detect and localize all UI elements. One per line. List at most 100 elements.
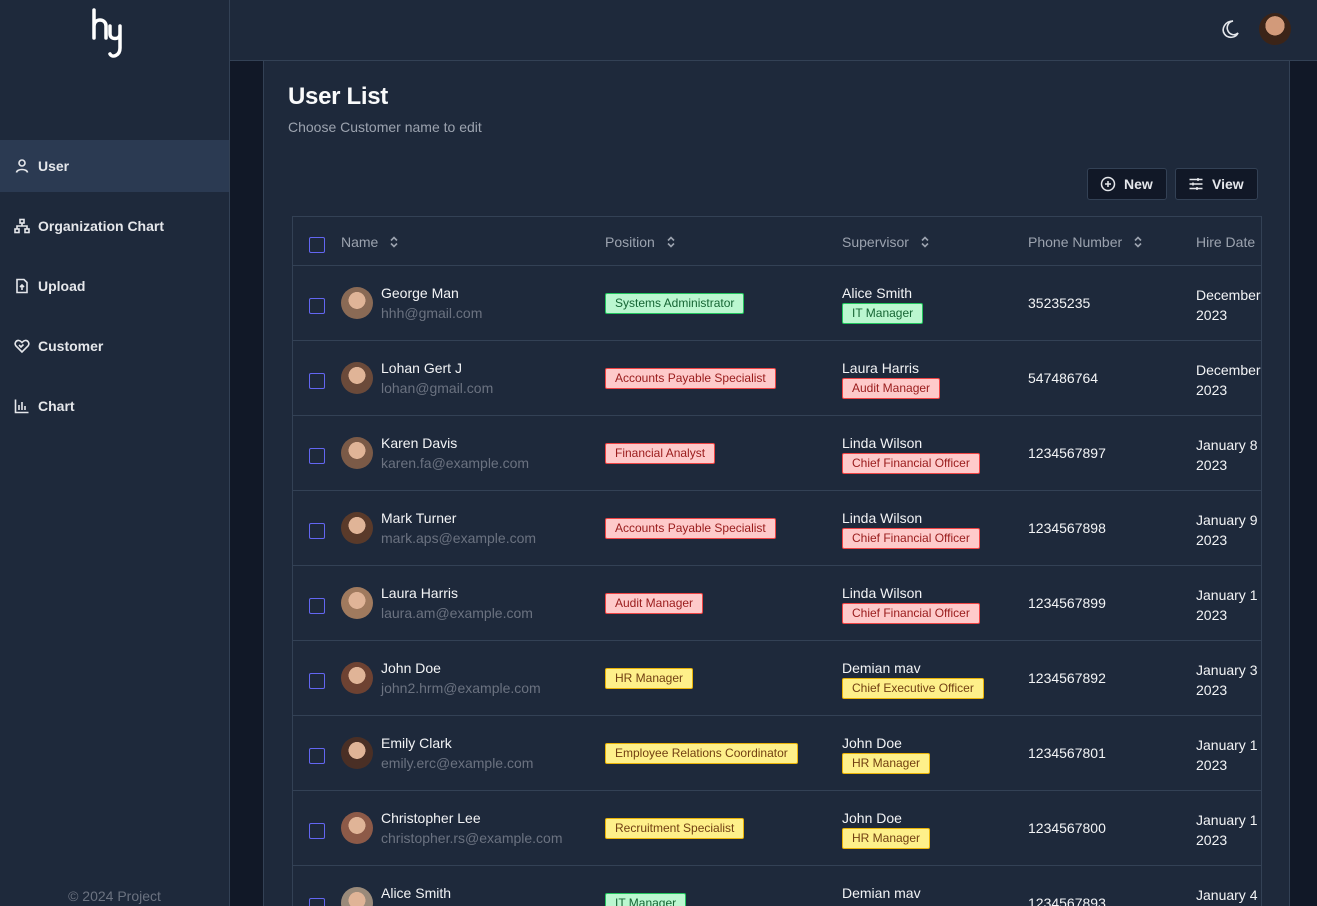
- sidebar: User Organization Chart Upload Customer …: [0, 0, 230, 906]
- plus-circle-icon: [1100, 176, 1116, 192]
- supervisor-role-cell: Chief Executive Officer: [842, 678, 984, 699]
- supervisor-name: Linda Wilson: [842, 510, 923, 526]
- position-badge: Accounts Payable Specialist: [605, 518, 776, 539]
- table-row[interactable]: Laura Harris laura.am@example.com Audit …: [293, 566, 1261, 641]
- row-checkbox[interactable]: [309, 298, 325, 314]
- phone-number: 1234567898: [1028, 520, 1106, 536]
- column-label: Phone Number: [1028, 234, 1123, 250]
- avatar: [341, 362, 373, 394]
- bar-chart-icon: [14, 399, 29, 414]
- user-email: hhh@gmail.com: [381, 305, 483, 321]
- table-row[interactable]: George Man hhh@gmail.com Systems Adminis…: [293, 266, 1261, 341]
- column-label: Name: [341, 234, 379, 250]
- supervisor-role-cell: HR Manager: [842, 753, 931, 774]
- column-label: Position: [605, 234, 655, 250]
- row-checkbox[interactable]: [309, 523, 325, 539]
- avatar: [341, 737, 373, 769]
- table-row[interactable]: Emily Clark emily.erc@example.com Employ…: [293, 716, 1261, 791]
- moon-icon[interactable]: [1219, 18, 1241, 40]
- hire-date-line: 2023: [1196, 532, 1228, 548]
- supervisor-role-cell: HR Manager: [842, 828, 931, 849]
- new-button[interactable]: New: [1087, 168, 1167, 200]
- phone-number: 1234567899: [1028, 595, 1106, 611]
- position-badge: Financial Analyst: [605, 443, 716, 464]
- row-checkbox[interactable]: [309, 673, 325, 689]
- row-checkbox[interactable]: [309, 448, 325, 464]
- hire-date-line: 2023: [1196, 832, 1228, 848]
- supervisor-name: Linda Wilson: [842, 585, 923, 601]
- user-email: john2.hrm@example.com: [381, 680, 541, 696]
- hire-date-line: January 3: [1196, 662, 1258, 678]
- hire-date: January 3 2023: [1196, 660, 1257, 700]
- phone-number: 1234567893: [1028, 895, 1106, 906]
- table-row[interactable]: Lohan Gert J lohan@gmail.com Accounts Pa…: [293, 341, 1261, 416]
- row-checkbox[interactable]: [309, 748, 325, 764]
- hire-date-line: 2023: [1196, 682, 1228, 698]
- position-cell: Audit Manager: [605, 593, 704, 614]
- sidebar-item-label: User: [38, 158, 70, 174]
- view-button[interactable]: View: [1175, 168, 1258, 200]
- hire-date: January 1 2023: [1196, 735, 1257, 775]
- position-badge: Accounts Payable Specialist: [605, 368, 776, 389]
- user-name[interactable]: John Doe: [381, 660, 441, 676]
- column-header-name[interactable]: Name: [341, 234, 400, 250]
- supervisor-role-cell: Chief Financial Officer: [842, 528, 980, 549]
- row-checkbox[interactable]: [309, 598, 325, 614]
- hire-date: January 9 2023: [1196, 510, 1257, 550]
- sidebar-item-upload[interactable]: Upload: [0, 260, 229, 312]
- table-row[interactable]: Karen Davis karen.fa@example.com Financi…: [293, 416, 1261, 491]
- phone-number: 35235235: [1028, 295, 1091, 311]
- hire-date-line: January 1: [1196, 587, 1258, 603]
- supervisor-name: Demian mav: [842, 660, 921, 676]
- column-header-hire-date[interactable]: Hire Date: [1196, 234, 1255, 250]
- position-cell: IT Manager: [605, 893, 687, 906]
- table-row[interactable]: Christopher Lee christopher.rs@example.c…: [293, 791, 1261, 866]
- position-cell: Employee Relations Coordinator: [605, 743, 798, 764]
- user-name[interactable]: Christopher Lee: [381, 810, 481, 826]
- supervisor-name: Linda Wilson: [842, 435, 923, 451]
- user-name[interactable]: Lohan Gert J: [381, 360, 462, 376]
- hire-date: January 8 2023: [1196, 435, 1257, 475]
- page-subtitle: Choose Customer name to edit: [288, 119, 482, 135]
- sidebar-item-chart[interactable]: Chart: [0, 380, 229, 432]
- table-row[interactable]: Mark Turner mark.aps@example.com Account…: [293, 491, 1261, 566]
- sidebar-item-label: Upload: [38, 278, 86, 294]
- position-cell: Accounts Payable Specialist: [605, 518, 776, 539]
- hire-date-line: 2023: [1196, 382, 1228, 398]
- supervisor-role-badge: Chief Financial Officer: [842, 603, 980, 624]
- sidebar-item-organization-chart[interactable]: Organization Chart: [0, 200, 229, 252]
- sidebar-item-customer[interactable]: Customer: [0, 320, 229, 372]
- supervisor-role-badge: HR Manager: [842, 828, 931, 849]
- column-label: Hire Date: [1196, 234, 1256, 250]
- user-name[interactable]: Mark Turner: [381, 510, 456, 526]
- user-name[interactable]: George Man: [381, 285, 459, 301]
- supervisor-role-cell: IT Manager: [842, 303, 924, 324]
- table-row[interactable]: John Doe john2.hrm@example.com HR Manage…: [293, 641, 1261, 716]
- supervisor-name: Laura Harris: [842, 360, 920, 376]
- user-name[interactable]: Laura Harris: [381, 585, 458, 601]
- position-badge: Audit Manager: [605, 593, 704, 614]
- user-name[interactable]: Alice Smith: [381, 885, 451, 901]
- hire-date-line: January 8: [1196, 437, 1258, 453]
- position-cell: Recruitment Specialist: [605, 818, 745, 839]
- column-header-phone-number[interactable]: Phone Number: [1028, 234, 1144, 250]
- sidebar-item-user[interactable]: User: [0, 140, 229, 192]
- table-row[interactable]: Alice Smith IT Manager Demian mav 123456…: [293, 866, 1261, 906]
- app-logo[interactable]: [88, 4, 128, 60]
- row-checkbox[interactable]: [309, 823, 325, 839]
- position-badge: IT Manager: [605, 893, 687, 906]
- column-header-position[interactable]: Position: [605, 234, 677, 250]
- phone-number: 1234567897: [1028, 445, 1106, 461]
- column-header-supervisor[interactable]: Supervisor: [842, 234, 931, 250]
- user-name[interactable]: Karen Davis: [381, 435, 457, 451]
- hire-date-line: 2023: [1196, 307, 1228, 323]
- row-checkbox[interactable]: [309, 898, 325, 906]
- user-avatar[interactable]: [1259, 13, 1291, 45]
- user-email: lohan@gmail.com: [381, 380, 494, 396]
- user-table: Name Position Supervisor Phone Number Hi…: [292, 216, 1262, 906]
- position-cell: HR Manager: [605, 668, 694, 689]
- select-all-checkbox[interactable]: [309, 237, 325, 253]
- row-checkbox[interactable]: [309, 373, 325, 389]
- sidebar-item-label: Chart: [38, 398, 75, 414]
- user-name[interactable]: Emily Clark: [381, 735, 452, 751]
